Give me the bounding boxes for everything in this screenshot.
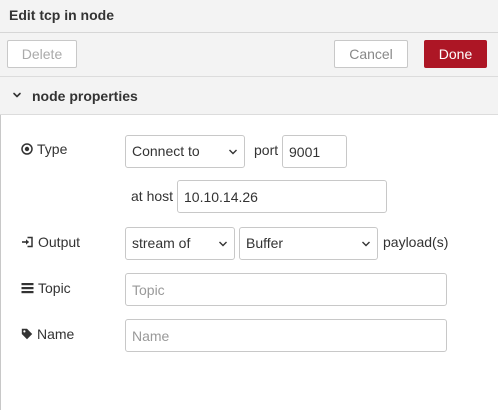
node-properties-header[interactable]: node properties [0, 76, 498, 115]
chevron-down-icon [229, 149, 237, 155]
output-suffix: payload(s) [383, 234, 449, 250]
type-select-value: Connect to [132, 143, 200, 159]
output-format-select[interactable]: Buffer [239, 227, 378, 260]
topic-label: Topic [21, 280, 71, 296]
section-title: node properties [32, 88, 138, 104]
topic-label-text: Topic [38, 280, 71, 296]
type-label: Type [21, 141, 67, 157]
type-select[interactable]: Connect to [125, 135, 245, 168]
sign-in-icon [22, 236, 33, 248]
button-bar: Delete Cancel Done [0, 33, 498, 76]
name-label-text: Name [37, 326, 75, 342]
port-label: port [254, 142, 279, 158]
delete-button[interactable]: Delete [7, 40, 77, 68]
port-input[interactable] [282, 135, 347, 168]
topic-input[interactable] [125, 273, 447, 306]
title-bar: Edit tcp in node [0, 0, 498, 33]
chevron-down-icon [362, 241, 370, 247]
name-label: Name [21, 326, 74, 342]
chevron-down-icon [219, 241, 227, 247]
name-input[interactable] [125, 319, 447, 352]
output-mode-value: stream of [132, 235, 191, 251]
type-label-text: Type [37, 141, 68, 157]
tag-icon [21, 328, 33, 340]
output-format-value: Buffer [246, 235, 284, 251]
tasks-icon [21, 283, 34, 294]
output-label-text: Output [38, 234, 81, 250]
host-label: at host [131, 188, 174, 204]
window-title: Edit tcp in node [9, 7, 114, 23]
radio-target-icon [21, 143, 33, 155]
output-label: Output [21, 234, 80, 250]
chevron-down-icon [13, 92, 21, 98]
done-button[interactable]: Done [424, 40, 487, 68]
host-input[interactable] [177, 180, 387, 213]
cancel-button[interactable]: Cancel [334, 40, 408, 68]
output-mode-select[interactable]: stream of [125, 227, 235, 260]
